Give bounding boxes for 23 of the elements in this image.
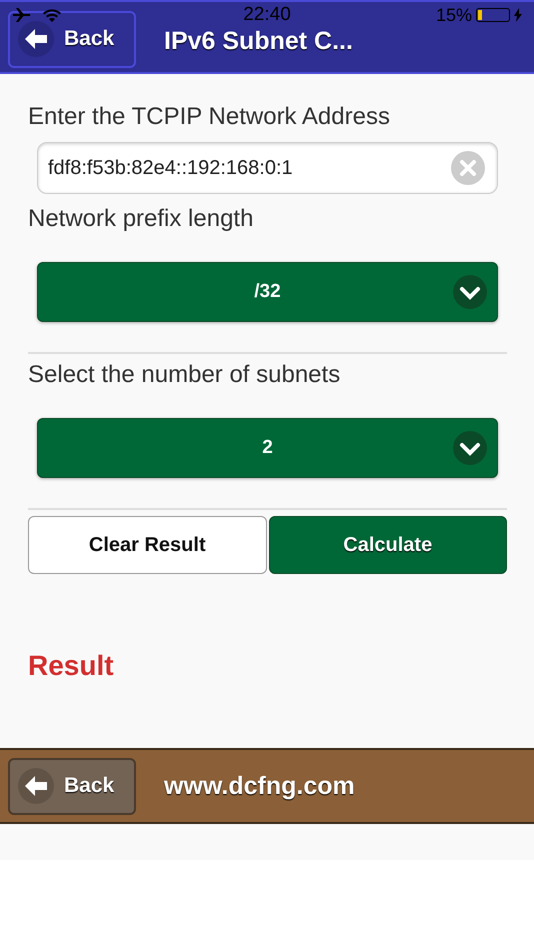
wifi-icon [42,7,62,23]
field-label: Select the number of subnets [28,360,342,390]
arrow-left-icon [25,776,47,796]
clear-icon[interactable] [451,151,485,185]
chevron-down-icon [453,431,487,465]
address-field[interactable]: fdf8:f53b:82e4::192:168:0:1 [37,142,498,194]
calculate-button[interactable]: Calculate [268,516,507,574]
subnets-select[interactable]: 2 [37,418,498,478]
arrow-left-icon [25,29,47,49]
back-button[interactable]: Back [8,758,136,814]
chevron-down-icon [453,275,487,309]
battery-icon [476,8,510,22]
site-link[interactable]: www.dcfng.com [164,772,355,800]
status-time: 22:40 [243,4,291,26]
back-button[interactable]: Back [8,10,136,68]
field-label: Network prefix length [28,204,254,234]
prefix-select[interactable]: /32 [37,262,498,322]
result-heading: Result [28,650,115,682]
field-label: Enter the TCPIP Network Address [28,102,391,132]
battery-percent: 15% [436,4,472,26]
page-title: IPv6 Subnet C... [164,26,353,56]
clear-button[interactable]: Clear Result [28,516,266,574]
charging-bolt-icon [514,8,522,22]
